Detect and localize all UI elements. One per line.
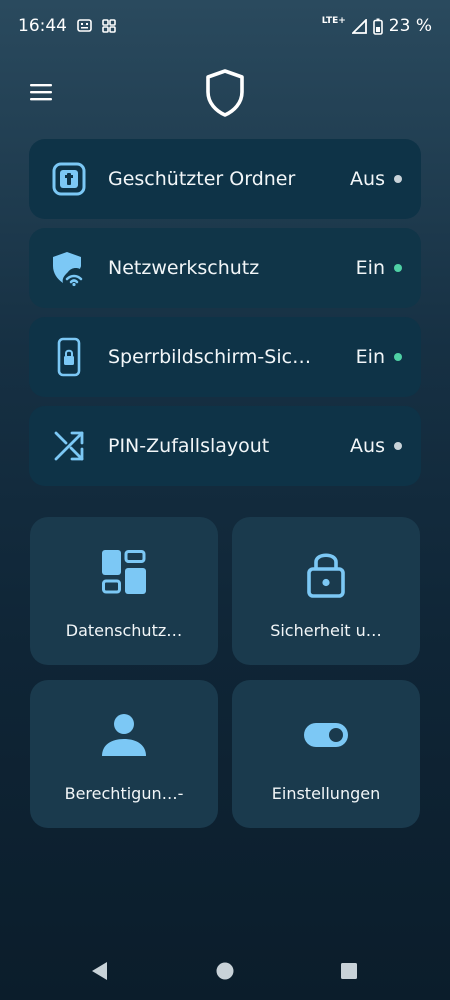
tile-privacy[interactable]: Datenschutz… (30, 517, 218, 665)
shuffle-icon (49, 426, 89, 466)
phone-lock-icon (49, 337, 89, 377)
signal-icon (351, 18, 367, 34)
state-dot (394, 175, 402, 183)
state-dot (394, 442, 402, 450)
battery-percent: 23 % (388, 16, 432, 36)
battery-icon (372, 18, 383, 35)
tile-settings[interactable]: Einstellungen (232, 680, 420, 828)
state-dot (394, 353, 402, 361)
person-icon (30, 712, 218, 764)
status-right: LTE+ 23 % (322, 16, 432, 36)
lock-icon (232, 549, 420, 601)
back-icon[interactable] (89, 960, 111, 982)
network-type: LTE+ (321, 16, 346, 26)
system-nav-bar (0, 940, 450, 1000)
folder-lock-icon (49, 159, 89, 199)
state-dot (394, 264, 402, 272)
dashboard-icon (30, 549, 218, 601)
tile-permissions[interactable]: Berechtigun…- (30, 680, 218, 828)
toggle-row-network-protection[interactable]: Netzwerkschutz Ein (29, 228, 421, 308)
notification-app-icon (77, 18, 92, 34)
status-left: 16:44 (18, 16, 116, 36)
toggle-row-pin-random-layout[interactable]: PIN-Zufallslayout Aus (29, 406, 421, 486)
shield-icon (203, 68, 247, 118)
tile-label: Sicherheit u… (270, 621, 382, 640)
home-icon[interactable] (214, 960, 236, 982)
toggle-row-protected-folder[interactable]: Geschützter Ordner Aus (29, 139, 421, 219)
toggle-state: Aus (350, 168, 385, 190)
grid-app-icon (102, 19, 116, 33)
feature-toggle-list: Geschützter Ordner Aus Netzwerkschutz Ei… (29, 139, 421, 495)
toggle-label: PIN-Zufallslayout (108, 435, 270, 457)
toggle-state: Aus (350, 435, 385, 457)
shield-wifi-icon (49, 248, 89, 288)
toggle-label: Netzwerkschutz (108, 257, 260, 279)
tile-label: Berechtigun…- (64, 784, 184, 803)
tile-security[interactable]: Sicherheit u… (232, 517, 420, 665)
toggle-label: Sperrbildschirm-Sic… (108, 346, 312, 368)
recents-icon[interactable] (338, 960, 360, 982)
status-time: 16:44 (18, 16, 67, 36)
top-bar (0, 62, 450, 122)
toggle-label: Geschützter Ordner (108, 168, 296, 190)
toggle-switch-icon (232, 712, 420, 764)
toggle-row-lockscreen-security[interactable]: Sperrbildschirm-Sic… Ein (29, 317, 421, 397)
tile-label: Datenschutz… (65, 621, 183, 640)
status-bar: 16:44 LTE+ 23 % (0, 0, 450, 52)
toggle-state: Ein (355, 346, 385, 368)
hamburger-menu-icon[interactable] (28, 80, 54, 104)
toggle-state: Ein (355, 257, 385, 279)
tile-label: Einstellungen (271, 784, 381, 803)
